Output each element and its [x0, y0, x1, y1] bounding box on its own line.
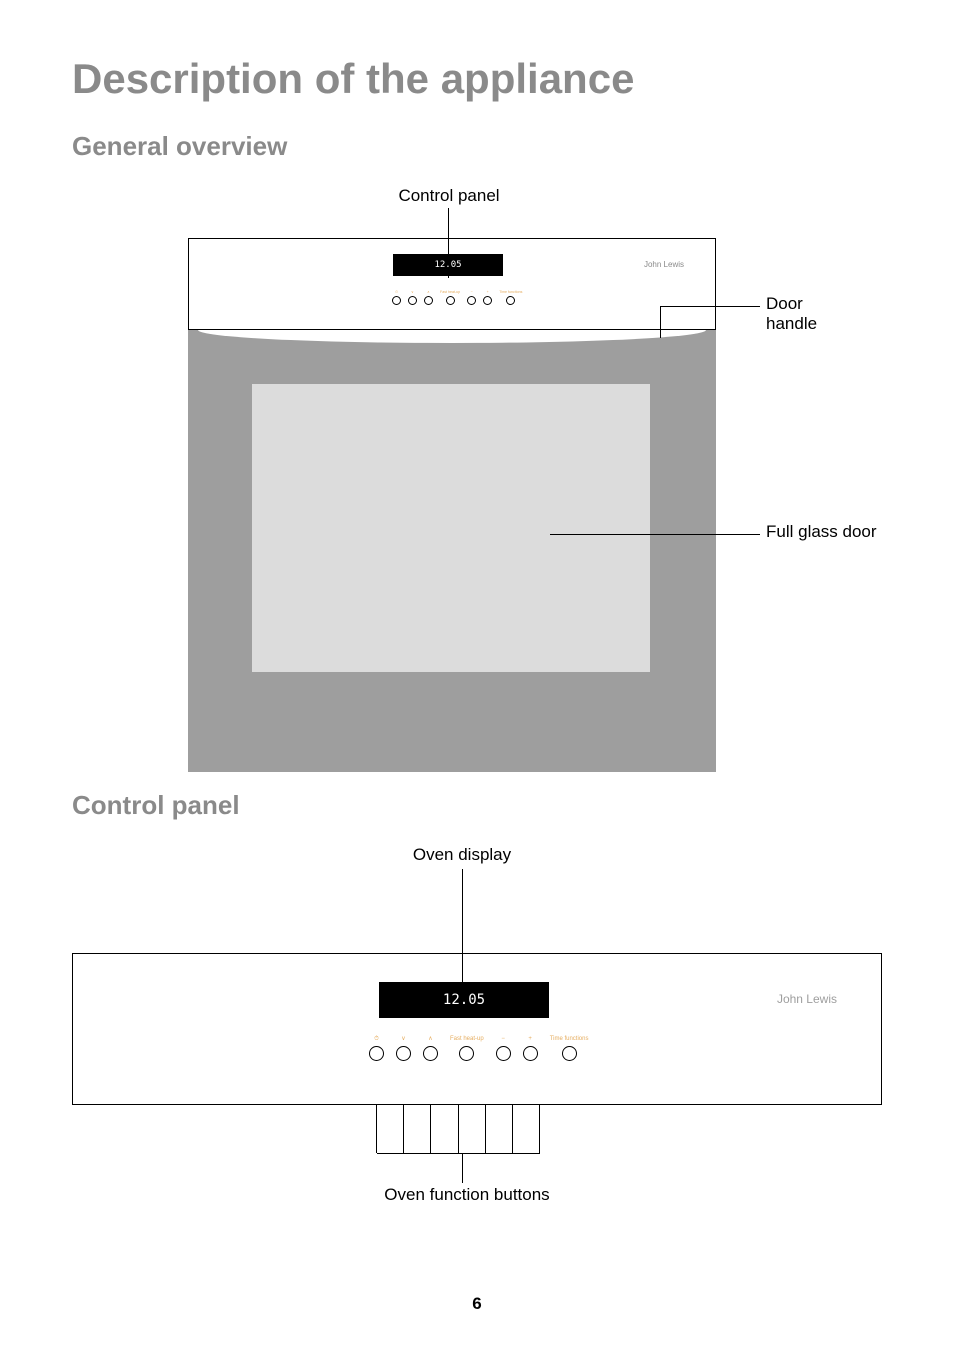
- clock-button: [369, 1046, 384, 1061]
- oven-display: 12.05: [379, 982, 549, 1018]
- btn-lbl: ⏱: [374, 1036, 379, 1044]
- oven-display-small: 12.05: [393, 254, 503, 276]
- label-control-panel: Control panel: [394, 186, 504, 206]
- oven-button: [446, 296, 455, 305]
- callout-line: [462, 1153, 463, 1183]
- up-button: [423, 1046, 438, 1061]
- oven-buttons-small: ⏱ ∨ ∧ Fast heat-up − + Time functions: [392, 290, 522, 305]
- overview-diagram: Control panel 12.05 John Lewis ⏱ ∨ ∧ Fas…: [72, 186, 882, 776]
- brand-label: John Lewis: [777, 992, 837, 1006]
- btn-lbl: −: [471, 290, 473, 295]
- btn-lbl: −: [501, 1036, 505, 1044]
- btn-lbl: ∨: [411, 290, 414, 295]
- btn-lbl: ∧: [428, 1036, 432, 1044]
- page-title: Description of the appliance: [72, 55, 882, 103]
- btn-lbl: Fast heat-up: [450, 1036, 484, 1044]
- label-text: handle: [766, 314, 817, 333]
- oven-button: [408, 296, 417, 305]
- callout-line: [377, 1153, 540, 1154]
- label-oven-function-buttons: Oven function buttons: [362, 1185, 572, 1205]
- btn-lbl: Time functions: [499, 290, 522, 295]
- oven-button: [506, 296, 515, 305]
- page-number: 6: [0, 1294, 954, 1314]
- btn-lbl: Fast heat-up: [440, 290, 460, 295]
- oven-button: [483, 296, 492, 305]
- brand-label: John Lewis: [644, 260, 684, 269]
- btn-lbl: +: [528, 1036, 532, 1044]
- oven-button: [424, 296, 433, 305]
- btn-lbl: +: [487, 290, 489, 295]
- btn-lbl: Time functions: [550, 1036, 589, 1044]
- control-panel-diagram: Oven display 12.05 John Lewis ⏱ ∨ ∧ Fast…: [72, 845, 882, 1195]
- full-glass-door: [252, 384, 650, 672]
- label-door-handle: Door handle: [766, 294, 817, 334]
- oven-button: [392, 296, 401, 305]
- oven-function-buttons: ⏱ ∨ ∧ Fast heat-up − + Time functions: [369, 1036, 588, 1061]
- callout-line: [660, 306, 661, 338]
- oven-button: [467, 296, 476, 305]
- minus-button: [496, 1046, 511, 1061]
- btn-lbl: ∨: [401, 1036, 405, 1044]
- plus-button: [523, 1046, 538, 1061]
- control-panel-frame: 12.05 John Lewis ⏱ ∨ ∧ Fast heat-up − + …: [72, 953, 882, 1105]
- callout-line: [660, 306, 760, 307]
- fast-heatup-button: [459, 1046, 474, 1061]
- section-control-panel: Control panel: [72, 790, 882, 821]
- btn-lbl: ∧: [427, 290, 430, 295]
- oven-control-panel: 12.05 John Lewis ⏱ ∨ ∧ Fast heat-up − + …: [188, 238, 716, 330]
- section-general-overview: General overview: [72, 131, 882, 162]
- callout-line: [550, 534, 760, 535]
- time-functions-button: [562, 1046, 577, 1061]
- label-full-glass: Full glass door: [766, 522, 877, 542]
- btn-lbl: ⏱: [395, 290, 398, 295]
- label-text: Door: [766, 294, 803, 313]
- down-button: [396, 1046, 411, 1061]
- label-oven-display: Oven display: [402, 845, 522, 865]
